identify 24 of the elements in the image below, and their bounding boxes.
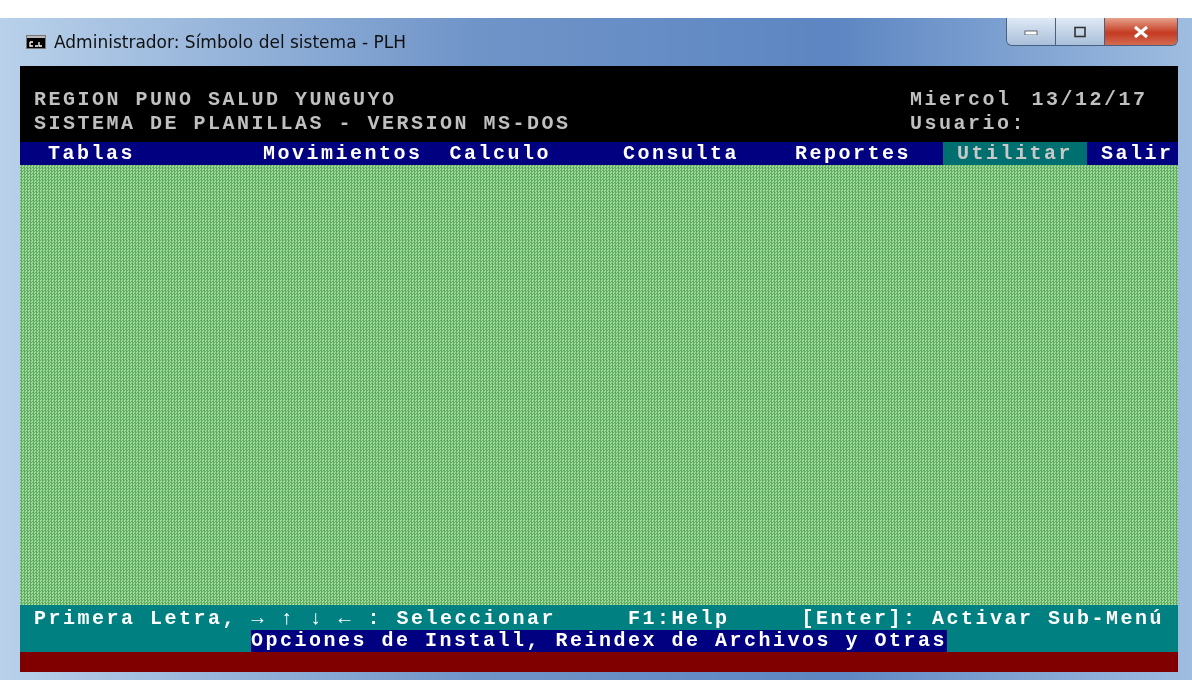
system-name: SISTEMA DE PLANILLAS - VERSION MS-DOS (34, 112, 571, 136)
menu-item[interactable]: Reportes (781, 142, 926, 165)
close-button[interactable] (1105, 18, 1177, 45)
help-text: F1:Help (628, 607, 730, 630)
window-title: Administrador: Símbolo del sistema - PLH (54, 32, 406, 52)
date: 13/12/17 (1031, 88, 1148, 112)
console-icon (26, 35, 46, 49)
menu-item[interactable]: Utilitar (943, 142, 1088, 165)
maximize-icon (1073, 25, 1087, 38)
weekday: Miercol (910, 88, 1012, 112)
organization-name: REGION PUNO SALUD YUNGUYO (34, 88, 398, 112)
menu-item[interactable]: Tablas (34, 142, 149, 165)
close-icon (1132, 24, 1150, 39)
menu-item[interactable]: Movimientos (249, 142, 437, 165)
status-message: Opciones de Install, Reindex de Archivos y Otras (250, 630, 948, 652)
menu-item[interactable]: Consulta (609, 142, 754, 165)
minimize-button[interactable] (1007, 18, 1056, 45)
minimize-icon (1024, 28, 1038, 35)
help-text: Primera Letra, → ↑ ↓ ← : Seleccionar (34, 607, 557, 630)
menu-item[interactable]: Salir (1087, 142, 1188, 165)
user-label: Usuario: (910, 112, 1027, 136)
menu-item[interactable]: Calculo (435, 142, 566, 165)
maximize-button[interactable] (1056, 18, 1105, 45)
help-text: [Enter]: Activar Sub-Menú (801, 607, 1164, 630)
